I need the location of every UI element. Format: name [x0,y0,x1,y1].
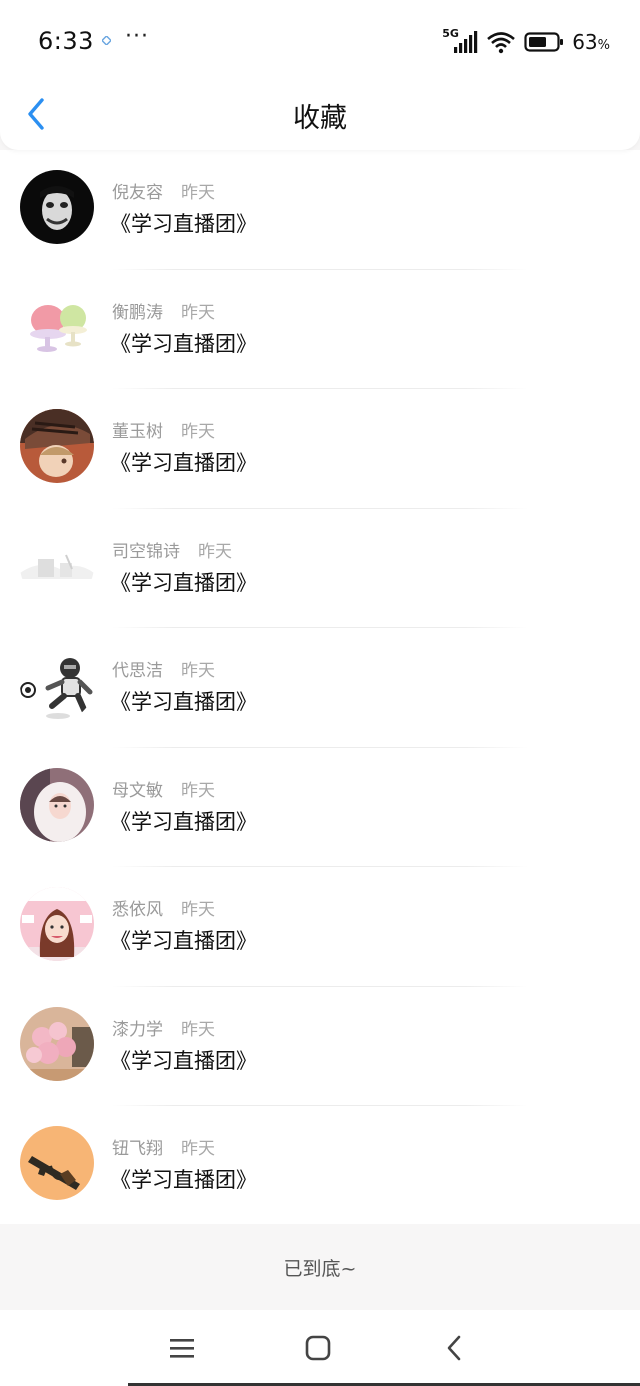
battery-value: 63 [572,30,598,54]
item-title: 《学习直播团》 [110,331,257,356]
item-author: 倪友容 [112,183,163,203]
avatar[interactable] [20,767,94,842]
avatar[interactable] [20,1006,94,1081]
item-meta: 漆力学 昨天 [112,1015,215,1040]
item-title: 《学习直播团》 [110,929,257,953]
status-bar: 6:33 ··· 5G 63% [0,0,640,84]
avatar[interactable] [20,170,94,244]
item-meta: 钮飞翔 昨天 [112,1134,215,1159]
list-item[interactable]: 衡鹏涛 昨天 《学习直播团》 [0,270,640,389]
nav-bar: 收藏 [0,84,640,148]
item-time: 昨天 [181,183,215,203]
battery-unit: % [597,38,610,53]
avatar[interactable] [20,887,94,961]
list-item[interactable]: 悉依风 昨天 《学习直播团》 [0,867,640,987]
avatar[interactable] [20,648,94,722]
item-author: 衡鹏涛 [112,302,163,323]
avatar[interactable] [20,528,94,603]
item-title: 《学习直播团》 [110,570,257,595]
item-meta: 衡鹏涛 昨天 [112,298,215,323]
system-navigation-bar [0,1310,640,1386]
list-end: 已到底~ [0,1224,640,1310]
wifi-icon [487,32,516,54]
list-item[interactable]: 母文敏 昨天 《学习直播团》 [0,748,640,867]
cellular-signal-icon: 5G [442,27,478,55]
list-item[interactable]: 漆力学 昨天 《学习直播团》 [0,987,640,1106]
list-item[interactable]: 倪友容 昨天 《学习直播团》 [0,150,640,270]
item-title: 《学习直播团》 [110,1048,257,1073]
item-time: 昨天 [181,1019,215,1040]
item-time: 昨天 [181,422,215,442]
chevron-left-icon [447,1335,461,1361]
item-time: 昨天 [181,780,215,801]
item-title: 《学习直播团》 [110,451,257,475]
favorites-list: 倪友容 昨天 《学习直播团》 衡鹏涛 昨天 《学习直播团》 董玉树 昨天 《学习… [0,150,640,1226]
list-item[interactable]: 司空锦诗 昨天 《学习直播团》 [0,509,640,628]
more-notifications-icon: ··· [125,24,149,49]
home-square-icon [305,1335,331,1361]
app-notification-icon [102,36,111,45]
item-meta: 代思洁 昨天 [112,656,215,681]
battery-percent: 63% [572,30,610,54]
item-meta: 董玉树 昨天 [112,417,215,442]
item-time: 昨天 [181,302,215,323]
item-author: 母文敏 [112,780,163,801]
item-time: 昨天 [181,1139,215,1159]
item-author: 悉依风 [112,900,163,920]
avatar[interactable] [20,1126,94,1200]
battery-icon [524,32,564,52]
list-item[interactable]: 钮飞翔 昨天 《学习直播团》 [0,1106,640,1226]
avatar[interactable] [20,409,94,483]
item-time: 昨天 [181,900,215,920]
item-author: 代思洁 [112,661,163,681]
item-meta: 倪友容 昨天 [112,178,215,203]
item-author: 司空锦诗 [112,541,180,562]
item-meta: 母文敏 昨天 [112,776,215,801]
system-back-button[interactable] [434,1328,474,1368]
status-time: 6:33 [38,27,94,55]
list-item[interactable]: 董玉树 昨天 《学习直播团》 [0,389,640,509]
item-title: 《学习直播团》 [110,212,257,236]
item-author: 钮飞翔 [112,1139,163,1159]
item-meta: 司空锦诗 昨天 [112,537,232,562]
top-bar: 6:33 ··· 5G 63% 收藏 [0,0,640,150]
avatar[interactable] [20,289,94,364]
item-title: 《学习直播团》 [110,809,257,834]
item-meta: 悉依风 昨天 [112,895,215,920]
page-title: 收藏 [293,103,347,134]
menu-icon [170,1339,194,1358]
item-author: 漆力学 [112,1019,163,1040]
end-of-list-text: 已到底~ [283,1258,357,1280]
item-title: 《学习直播团》 [110,1168,257,1192]
recent-apps-button[interactable] [162,1328,202,1368]
item-time: 昨天 [181,661,215,681]
item-time: 昨天 [198,541,232,562]
item-author: 董玉树 [112,422,163,442]
home-button[interactable] [298,1328,338,1368]
list-item[interactable]: 代思洁 昨天 《学习直播团》 [0,628,640,748]
item-title: 《学习直播团》 [110,690,257,714]
